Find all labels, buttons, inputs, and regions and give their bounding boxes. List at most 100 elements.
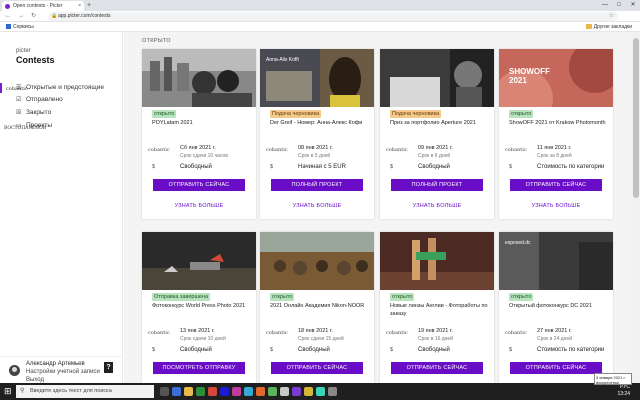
contest-image[interactable]: exposed.dc	[499, 232, 613, 290]
contest-date: 18 янв 2021 г.	[298, 328, 333, 334]
taskbar-app-icon[interactable]	[172, 387, 181, 396]
contest-date: Сб янв 2021 г.	[180, 145, 216, 151]
date-tooltip: 3 января 2021 г. воскресенье 03.01.2021	[594, 373, 632, 390]
maximize-button[interactable]: □	[612, 0, 626, 11]
learn-more-link[interactable]: УЗНАТЬ БОЛЬШЕ	[499, 203, 613, 209]
watermark: cobantic	[266, 330, 288, 336]
scrollbar-thumb[interactable]	[633, 38, 639, 198]
help-button[interactable]: ?	[104, 362, 113, 373]
contest-image[interactable]: Anna-Alix Koffi	[260, 49, 374, 107]
forward-icon[interactable]: →	[18, 11, 24, 22]
contest-title[interactable]: 2021 Онлайн Академия Nikon-NOOR	[270, 302, 368, 310]
bookmarks-bar: Сервисы Другие закладки	[0, 22, 640, 32]
user-name: Александр Артемьев	[26, 361, 85, 367]
contest-deadline: Срок сдачи 10 часов	[180, 153, 228, 159]
contest-fee: Свободный	[180, 347, 212, 353]
watermark: BOCTOПАУЕНOВ	[4, 126, 47, 131]
taskbar-app-icon[interactable]	[292, 387, 301, 396]
sidebar-item-open[interactable]: ☰ Открытые и предстоящие	[16, 84, 104, 91]
contest-card[interactable]: exposed.dc открыто Открытый фотоконкурс DC…	[499, 232, 613, 383]
learn-more-link[interactable]: УЗНАТЬ БОЛЬШЕ	[260, 203, 374, 209]
file-explorer-icon[interactable]	[184, 387, 193, 396]
contest-card[interactable]: открыто Новые линзы Англии - Фотоработы п…	[380, 232, 494, 383]
currency-icon: $	[390, 164, 394, 170]
taskbar-app-icon[interactable]	[280, 387, 289, 396]
scrollbar[interactable]	[632, 32, 640, 383]
contest-card[interactable]: Отправка завершена Фотоконкурс World Pres…	[142, 232, 256, 383]
contest-title[interactable]: POYLatam 2021	[152, 119, 250, 127]
contest-title[interactable]: Приз за портфолио Aperture 2021	[390, 119, 488, 127]
contest-image[interactable]: SHOWOFF 2021	[499, 49, 613, 107]
taskbar-app-icon[interactable]	[304, 387, 313, 396]
contest-title[interactable]: ShowOFF 2021 от Krakow Photomonth	[509, 119, 607, 127]
sidebar-item-submitted[interactable]: ☑ Отправлено	[16, 96, 63, 103]
contest-image[interactable]	[380, 49, 494, 107]
currency-icon: $	[509, 347, 513, 353]
card-image-label: SHOWOFF 2021	[509, 67, 550, 85]
contest-image[interactable]	[142, 232, 256, 290]
watermark: cobantic	[266, 147, 288, 153]
status-badge: Отправка завершена	[152, 293, 211, 301]
contest-image[interactable]	[260, 232, 374, 290]
card-action-button[interactable]: ОТПРАВИТЬ СЕЙЧАС	[391, 362, 483, 374]
section-label: ОТКРЫТО	[142, 38, 171, 44]
taskbar-search-input[interactable]: ⚲ Введите здесь текст для поиска	[16, 385, 154, 398]
contest-card[interactable]: открыто POYLatam 2021 cobantic Сб янв 2021 …	[142, 49, 256, 219]
taskbar-app-icon[interactable]	[268, 387, 277, 396]
contest-title[interactable]: Открытый фотоконкурс DC 2021	[509, 302, 607, 310]
contest-date: 13 янв 2021 г.	[180, 328, 215, 334]
new-tab-button[interactable]: +	[87, 1, 91, 10]
taskbar-app-icon[interactable]	[232, 387, 241, 396]
account-settings-link[interactable]: Настройки учетной записи	[26, 369, 100, 375]
bookmark-other[interactable]: Другие закладки	[585, 22, 632, 32]
contest-title[interactable]: Фотоконкурс World Press Photo 2021	[152, 302, 250, 310]
contest-image[interactable]	[380, 232, 494, 290]
contest-card[interactable]: SHOWOFF 2021 открыто ShowOFF 2021 от Krako…	[499, 49, 613, 219]
taskbar-app-icon[interactable]	[316, 387, 325, 396]
contest-fee: Свободный	[418, 164, 450, 170]
back-icon[interactable]: ←	[5, 11, 11, 22]
contest-date: 08 янв 2021 г.	[298, 145, 333, 151]
bookmark-services[interactable]: Сервисы	[6, 22, 34, 32]
minimize-button[interactable]: —	[598, 0, 612, 11]
contest-fee: Свободный	[418, 347, 450, 353]
contest-card[interactable]: Anna-Alix Koffi Подача черновика Der Greif…	[260, 49, 374, 219]
card-action-button[interactable]: ОТПРАВИТЬ СЕЙЧАС	[271, 362, 363, 374]
card-action-button[interactable]: ОТПРАВИТЬ СЕЙЧАС	[153, 179, 245, 191]
contest-title[interactable]: Der Greif - Номер: Анна-Алекс Кофи	[270, 119, 368, 127]
task-view-icon[interactable]	[160, 387, 169, 396]
contest-image[interactable]	[142, 49, 256, 107]
contest-deadline: Срок в 5 дней	[298, 153, 331, 159]
watermark: cobantic	[505, 330, 527, 336]
reload-icon[interactable]: ↻	[31, 11, 36, 22]
tab-close-icon[interactable]: ×	[78, 3, 81, 9]
taskbar-app-icon[interactable]	[196, 387, 205, 396]
learn-more-link[interactable]: УЗНАТЬ БОЛЬШЕ	[142, 203, 256, 209]
close-window-button[interactable]: ✕	[626, 0, 640, 11]
address-bar-row: ← → ↻ 🔒 app.picter.com/contests ☆	[0, 11, 640, 31]
contest-card[interactable]: открыто 2021 Онлайн Академия Nikon-NOOR co…	[260, 232, 374, 383]
windows-start-icon[interactable]: ⊞	[4, 387, 12, 396]
card-action-button[interactable]: ОТПРАВИТЬ СЕЙЧАС	[510, 179, 602, 191]
card-action-button[interactable]: ПОЛНЫЙ ПРОЕКТ	[391, 179, 483, 191]
card-action-button[interactable]: ПОСМОТРЕТЬ ОТПРАВКУ	[153, 362, 245, 374]
bookmark-star-icon[interactable]: ☆	[609, 12, 614, 21]
card-action-button[interactable]: ПОЛНЫЙ ПРОЕКТ	[271, 179, 363, 191]
url-field[interactable]: 🔒 app.picter.com/contests ☆	[48, 12, 618, 21]
learn-more-link[interactable]: УЗНАТЬ БОЛЬШЕ	[380, 203, 494, 209]
card-action-button[interactable]: ОТПРАВИТЬ СЕЙЧАС	[510, 362, 602, 374]
browser-tab[interactable]: Open contests · Picter ×	[2, 1, 84, 11]
taskbar-app-icon[interactable]	[208, 387, 217, 396]
taskbar-app-icon[interactable]	[256, 387, 265, 396]
user-avatar-icon[interactable]	[9, 365, 20, 376]
contest-title[interactable]: Новые линзы Англии - Фотоработы по заказ…	[390, 302, 488, 318]
watermark: cobantic	[386, 330, 408, 336]
chrome-icon[interactable]	[220, 387, 229, 396]
taskbar-app-icon[interactable]	[244, 387, 253, 396]
sidebar-item-closed[interactable]: ☒ Закрыто	[16, 109, 51, 116]
sidebar-title: Contests	[16, 55, 55, 65]
contest-deadline: Срок сдачи 10 дней	[180, 336, 226, 342]
taskbar-app-icon[interactable]	[328, 387, 337, 396]
contest-card[interactable]: Подача черновика Приз за портфолио Apertu…	[380, 49, 494, 219]
watermark: cobantic	[6, 86, 28, 92]
